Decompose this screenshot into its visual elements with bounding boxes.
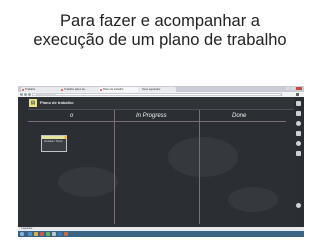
column-divider-2 — [199, 110, 200, 224]
slide-title-line-2: execução de um plano de trabalho — [33, 31, 287, 49]
word-taskbar-icon[interactable] — [58, 232, 62, 236]
board-title: Plano de trabalho — [40, 100, 74, 105]
maximize-window-button[interactable] — [291, 87, 295, 90]
header-divider-line — [28, 121, 286, 122]
tab-favicon-icon — [22, 88, 24, 91]
forward-icon[interactable] — [24, 93, 27, 96]
chalk-smudge — [168, 137, 238, 177]
media-taskbar-icon[interactable] — [40, 232, 44, 236]
column-label-done: Done — [232, 113, 247, 119]
reload-icon[interactable] — [28, 93, 31, 96]
browser-menu-icon[interactable] — [296, 93, 299, 96]
slide-title-line-1: Para fazer e acompanhar a — [60, 12, 260, 30]
chalk-smudge — [228, 187, 278, 212]
right-toolbar — [294, 97, 304, 227]
windows-taskbar — [18, 231, 304, 237]
settings-tool-icon[interactable] — [296, 151, 301, 156]
explorer-taskbar-icon[interactable] — [28, 232, 32, 236]
back-icon[interactable] — [20, 93, 23, 96]
column-label-in-progress: In Progress — [136, 113, 167, 119]
column-divider-1 — [114, 110, 115, 224]
slide-title: Para fazer e acompanhar a execução de um… — [0, 12, 320, 50]
board-logo-icon[interactable]: ▤ — [29, 99, 37, 107]
folder-taskbar-icon[interactable] — [34, 232, 38, 236]
share-tool-icon[interactable] — [296, 203, 301, 208]
app-taskbar-icon[interactable] — [52, 232, 56, 236]
browser-screenshot: Trabalho Trabalho plano de... Plano de t… — [18, 86, 304, 237]
pencil-tool-icon[interactable] — [296, 111, 301, 116]
browser-tab-label: Novo separador — [142, 88, 161, 91]
chrome-taskbar-icon[interactable] — [46, 232, 50, 236]
sticky-pin-icon[interactable] — [64, 135, 67, 139]
video-tool-icon[interactable] — [296, 141, 301, 146]
powerpoint-taskbar-icon[interactable] — [64, 232, 68, 236]
browser-tab-label: Trabalho — [25, 88, 36, 91]
url-input[interactable]: pt.linoit.com/users/... — [32, 92, 282, 97]
tab-favicon-icon — [61, 88, 63, 91]
column-label-todo: o — [70, 113, 74, 119]
close-window-button[interactable] — [296, 87, 302, 90]
browser-tab-label: Trabalho plano de... — [64, 88, 87, 91]
bookmark-star-icon[interactable]: ☆ — [280, 93, 283, 97]
board-header: ▤ Plano de trabalho — [28, 97, 294, 110]
sticky-note[interactable]: Atividade / Tarefa — [41, 135, 67, 152]
browser-tab-label: Plano de trabalho — [103, 88, 124, 91]
sticky-tool-icon[interactable] — [296, 101, 301, 106]
sticky-note-text: Atividade / Tarefa — [44, 140, 63, 143]
windows-start-icon[interactable] — [20, 232, 24, 236]
image-tool-icon[interactable] — [296, 121, 301, 126]
tab-favicon-icon — [100, 88, 102, 91]
linoit-board: ▤ Plano de trabalho o In Progress Done A… — [18, 97, 304, 227]
file-tool-icon[interactable] — [296, 131, 301, 136]
minimize-window-button[interactable] — [286, 87, 290, 90]
sticky-note-header — [42, 136, 66, 139]
chalk-smudge — [58, 167, 118, 197]
